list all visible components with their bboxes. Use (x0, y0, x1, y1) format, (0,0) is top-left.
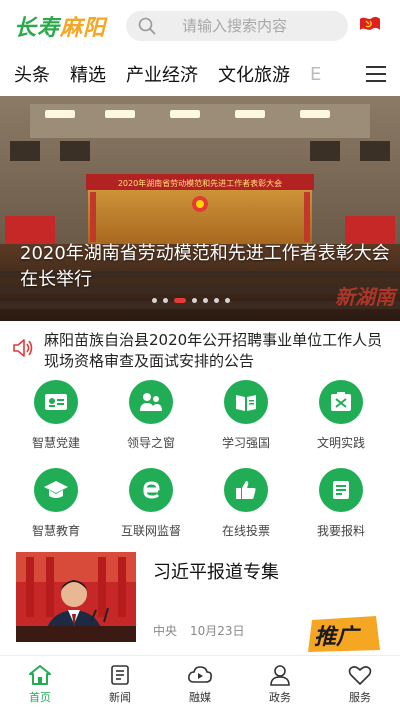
stamp-icon (319, 380, 363, 424)
news-icon (111, 665, 129, 685)
search-icon (138, 17, 156, 35)
banner-carousel[interactable]: 2020年湖南省劳动模范和先进工作者表彰大会 新湖南 2020年湖南省劳动模范和… (0, 96, 400, 321)
grid-item-smart-party[interactable]: 智慧党建 (11, 380, 101, 451)
grid-label: 我要报料 (316, 524, 365, 538)
tab-headlines[interactable]: 头条 (14, 61, 50, 87)
carousel-dot[interactable] (225, 298, 230, 303)
grid-label: 领导之窗 (126, 436, 175, 450)
bottom-nav-label: 新闻 (109, 691, 131, 704)
app-logo[interactable]: 长寿麻阳 (14, 10, 106, 42)
leaders-icon (129, 380, 173, 424)
grid-item-smart-education[interactable]: 智慧教育 (11, 468, 101, 539)
heart-service-icon (348, 666, 372, 685)
grid-item-report-tip[interactable]: 我要报料 (296, 468, 386, 539)
news-item[interactable]: 习近平报道专集 中央 10月23日 推广 (0, 552, 400, 652)
logo-accent-text: 麻阳 (60, 16, 107, 41)
carousel-dot[interactable] (163, 298, 168, 303)
id-card-icon (34, 380, 78, 424)
bottom-nav-government[interactable]: 政务 (240, 656, 320, 711)
carousel-indicators (152, 298, 230, 303)
bottom-nav-media[interactable]: 融媒 (160, 656, 240, 711)
tab-featured[interactable]: 精选 (70, 61, 106, 87)
grid-item-study-power[interactable]: 学习强国 (201, 380, 291, 451)
news-date: 10月23日 (190, 624, 245, 638)
notice-text[interactable]: 麻阳苗族自治县2020年公开招聘事业单位工作人员现场资格审查及面试安排的公告 (44, 330, 384, 372)
carousel-dot-active[interactable] (174, 298, 186, 303)
logo-main-text: 长寿 (14, 16, 61, 41)
bottom-nav-label: 政务 (269, 691, 291, 704)
bottom-nav-label: 服务 (349, 691, 371, 704)
carousel-dot[interactable] (192, 298, 197, 303)
search-bar[interactable] (126, 11, 348, 41)
bottom-nav: 首页 新闻 融媒 政务 服务 (0, 655, 400, 711)
party-flag-icon[interactable] (358, 15, 382, 37)
carousel-dot[interactable] (203, 298, 208, 303)
bottom-nav-service[interactable]: 服务 (320, 656, 400, 711)
tab-more-partial[interactable]: E (310, 64, 324, 85)
report-doc-icon (319, 468, 363, 512)
app-header: 长寿麻阳 (0, 0, 400, 52)
stage-banner-text: 2020年湖南省劳动模范和先进工作者表彰大会 (118, 178, 282, 188)
bottom-nav-label: 融媒 (189, 691, 211, 704)
news-source: 中央 (153, 624, 178, 638)
thumbs-up-icon (224, 468, 268, 512)
grid-item-online-voting[interactable]: 在线投票 (201, 468, 291, 539)
grid-label: 互联网监督 (120, 524, 181, 538)
graduation-cap-icon (34, 468, 78, 512)
bottom-nav-label: 首页 (29, 691, 51, 704)
internet-e-icon (129, 468, 173, 512)
grid-item-leaders-window[interactable]: 领导之窗 (106, 380, 196, 451)
cloud-play-icon (188, 666, 212, 683)
grid-label: 文明实践 (316, 436, 365, 450)
banner-title[interactable]: 2020年湖南省劳动模范和先进工作者表彰大会在长举行 (20, 241, 390, 293)
promo-badge[interactable]: 推广 (306, 614, 384, 654)
news-thumbnail[interactable] (16, 552, 136, 642)
search-input[interactable] (182, 17, 342, 35)
grid-label: 学习强国 (221, 436, 270, 450)
speaker-icon (13, 339, 33, 357)
bottom-nav-news[interactable]: 新闻 (80, 656, 160, 711)
carousel-dot[interactable] (152, 298, 157, 303)
notice-bar[interactable]: 麻阳苗族自治县2020年公开招聘事业单位工作人员现场资格审查及面试安排的公告 (0, 330, 400, 372)
book-icon (224, 380, 268, 424)
grid-item-internet-supervision[interactable]: 互联网监督 (106, 468, 196, 539)
promo-text: 推广 (314, 625, 362, 650)
grid-label: 智慧党建 (31, 436, 80, 450)
grid-item-civilization-practice[interactable]: 文明实践 (296, 380, 386, 451)
grid-label: 在线投票 (221, 524, 270, 538)
hamburger-menu-icon[interactable] (366, 66, 386, 82)
grid-label: 智慧教育 (31, 524, 80, 538)
category-tabs: 头条 精选 产业经济 文化旅游 E (0, 52, 400, 96)
carousel-dot[interactable] (214, 298, 219, 303)
user-gov-icon (270, 665, 290, 686)
home-icon (29, 665, 51, 685)
news-title[interactable]: 习近平报道专集 (153, 558, 279, 584)
tab-culture-tourism[interactable]: 文化旅游 (218, 61, 290, 87)
tab-industry-economy[interactable]: 产业经济 (126, 61, 198, 87)
bottom-nav-home[interactable]: 首页 (0, 656, 80, 711)
